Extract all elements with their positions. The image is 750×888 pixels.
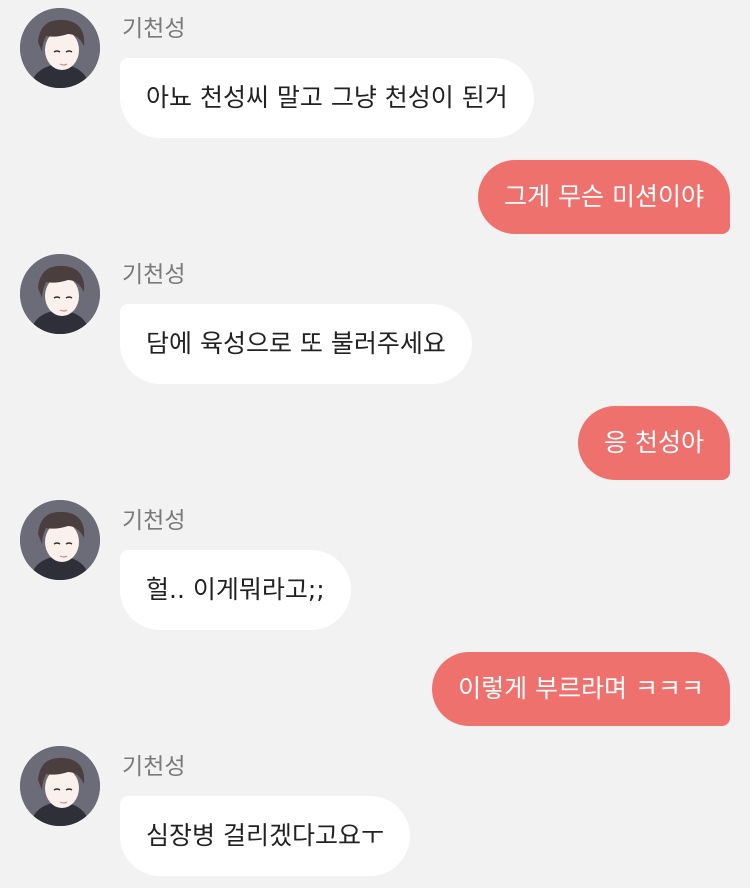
message-bubble: 아뇨 천성씨 말고 그냥 천성이 된거 xyxy=(120,58,534,138)
avatar-icon[interactable] xyxy=(20,8,100,88)
message-bubble: 그게 무슨 미션이야 xyxy=(478,160,730,234)
avatar-icon[interactable] xyxy=(20,254,100,334)
message-bubble: 담에 육성으로 또 불러주세요 xyxy=(120,304,472,384)
sender-name: 기천성 xyxy=(122,754,186,780)
avatar-icon[interactable] xyxy=(20,746,100,826)
sender-name: 기천성 xyxy=(122,262,186,288)
message-bubble: 헐.. 이게뭐라고;; xyxy=(120,550,351,630)
avatar-icon[interactable] xyxy=(20,500,100,580)
message-bubble: 응 천성아 xyxy=(578,406,730,480)
message-bubble: 이렇게 부르라며 ㅋㅋㅋ xyxy=(432,652,730,726)
sender-name: 기천성 xyxy=(122,16,186,42)
chat-view: 기천성 아뇨 천성씨 말고 그냥 천성이 된거 그게 무슨 미션이야 기천성 담… xyxy=(0,0,750,888)
message-bubble: 심장병 걸리겠다고요ㅜ xyxy=(120,796,410,876)
sender-name: 기천성 xyxy=(122,508,186,534)
